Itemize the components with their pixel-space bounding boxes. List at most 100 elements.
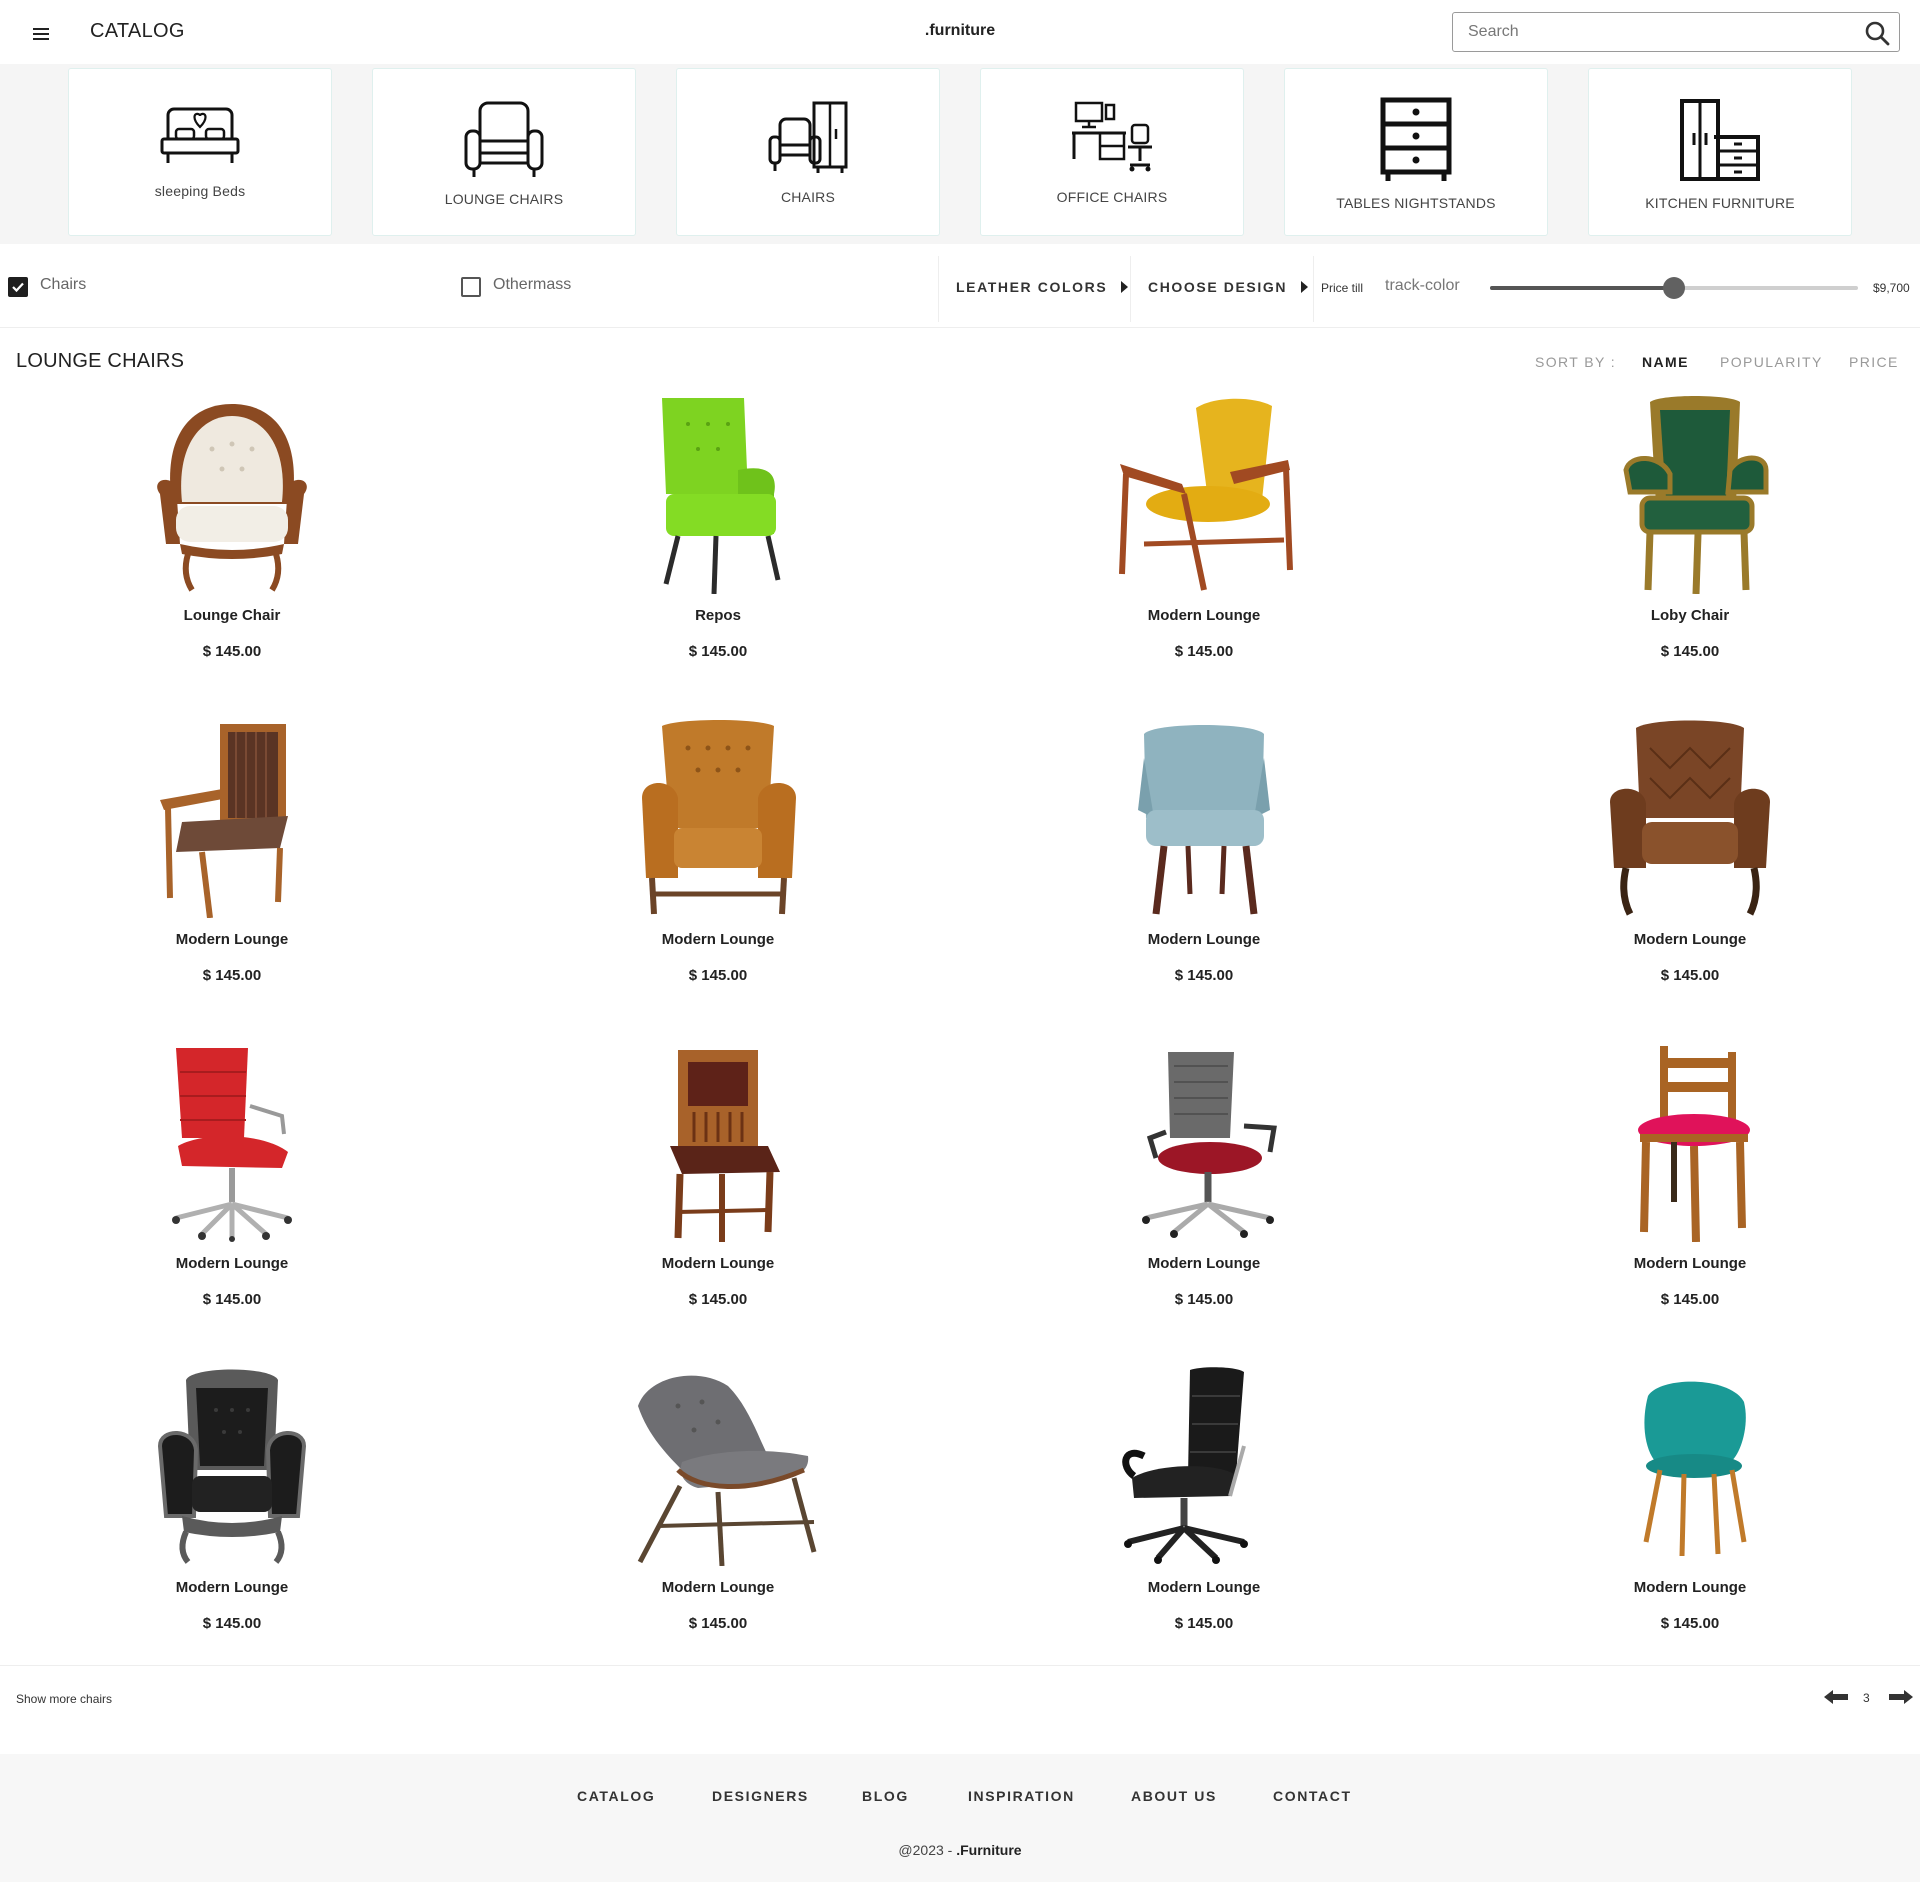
category-label: TABLES NIGHTSTANDS bbox=[1336, 195, 1496, 211]
product-name[interactable]: Modern Lounge bbox=[1450, 1255, 1920, 1272]
category-card-tables-nightstands[interactable]: TABLES NIGHTSTANDS bbox=[1284, 68, 1548, 236]
arrow-left-icon[interactable] bbox=[1823, 1688, 1849, 1706]
product-card[interactable]: Loby Chair $ 145.00 bbox=[1450, 394, 1920, 694]
product-card[interactable]: Modern Lounge $ 145.00 bbox=[0, 1366, 472, 1666]
othermass-checkbox-label[interactable]: Othermass bbox=[493, 276, 571, 294]
sort-option-name[interactable]: NAME bbox=[1642, 354, 1689, 370]
product-name[interactable]: Modern Lounge bbox=[964, 607, 1444, 624]
footer-link-catalog[interactable]: CATALOG bbox=[577, 1788, 655, 1804]
copyright: @2023 - .Furniture bbox=[0, 1842, 1920, 1858]
search-input[interactable] bbox=[1468, 23, 1848, 41]
product-card[interactable]: Modern Lounge $ 145.00 bbox=[478, 718, 958, 1018]
footer-link-about-us[interactable]: ABOUT US bbox=[1131, 1788, 1217, 1804]
product-image[interactable] bbox=[618, 1366, 818, 1567]
leather-colors-dropdown[interactable]: LEATHER COLORS bbox=[956, 279, 1129, 295]
product-image[interactable] bbox=[1104, 1366, 1304, 1566]
category-label: OFFICE CHAIRS bbox=[1056, 189, 1168, 205]
product-image[interactable] bbox=[1104, 1042, 1304, 1242]
product-image[interactable] bbox=[132, 394, 332, 594]
choose-design-label: CHOOSE DESIGN bbox=[1148, 279, 1288, 295]
product-image[interactable] bbox=[1104, 718, 1304, 918]
product-image[interactable] bbox=[618, 718, 818, 918]
category-card-kitchen-furniture[interactable]: KITCHEN FURNITURE bbox=[1588, 68, 1852, 236]
sort-option-popularity[interactable]: POPULARITY bbox=[1720, 354, 1823, 370]
product-name[interactable]: Modern Lounge bbox=[1450, 1579, 1920, 1596]
product-card[interactable]: Modern Lounge $ 145.00 bbox=[964, 394, 1444, 694]
product-image[interactable] bbox=[618, 394, 818, 595]
product-image[interactable] bbox=[132, 1042, 332, 1242]
product-image[interactable] bbox=[1104, 394, 1304, 594]
product-price: $ 145.00 bbox=[202, 1615, 262, 1632]
category-card-chairs[interactable]: CHAIRS bbox=[676, 68, 940, 236]
price-till-label: Price till bbox=[1321, 281, 1364, 295]
product-image[interactable] bbox=[1590, 394, 1790, 595]
category-card-office-chairs[interactable]: OFFICE CHAIRS bbox=[980, 68, 1244, 236]
product-price: $ 145.00 bbox=[1174, 643, 1234, 660]
footer-link-contact[interactable]: CONTACT bbox=[1273, 1788, 1352, 1804]
product-name[interactable]: Loby Chair bbox=[1450, 607, 1920, 624]
product-name[interactable]: Modern Lounge bbox=[964, 1255, 1444, 1272]
product-name[interactable]: Repos bbox=[478, 607, 958, 624]
product-name[interactable]: Modern Lounge bbox=[478, 1579, 958, 1596]
product-image[interactable] bbox=[1590, 1366, 1790, 1566]
product-card[interactable]: Modern Lounge $ 145.00 bbox=[1450, 1042, 1920, 1342]
footer-link-designers[interactable]: DESIGNERS bbox=[712, 1788, 809, 1804]
product-image[interactable] bbox=[1590, 1042, 1790, 1243]
product-price: $ 145.00 bbox=[688, 643, 748, 660]
footer-link-inspiration[interactable]: INSPIRATION bbox=[968, 1788, 1075, 1804]
footer: CATALOG DESIGNERS BLOG INSPIRATION ABOUT… bbox=[0, 1754, 1920, 1882]
search-box[interactable] bbox=[1452, 12, 1900, 52]
page-number: 3 bbox=[1863, 1691, 1870, 1705]
checkmark-icon bbox=[12, 282, 24, 293]
show-more-link[interactable]: Show more chairs bbox=[16, 1692, 112, 1706]
chairs-checkbox[interactable] bbox=[8, 277, 28, 297]
product-card[interactable]: Modern Lounge $ 145.00 bbox=[964, 718, 1444, 1018]
product-card[interactable]: Modern Lounge $ 145.00 bbox=[964, 1042, 1444, 1342]
product-name[interactable]: Modern Lounge bbox=[0, 931, 472, 948]
product-card[interactable]: Modern Lounge $ 145.00 bbox=[1450, 1366, 1920, 1666]
product-image[interactable] bbox=[618, 1042, 818, 1242]
product-card[interactable]: Lounge Chair $ 145.00 bbox=[0, 394, 472, 694]
footer-link-blog[interactable]: BLOG bbox=[862, 1788, 909, 1804]
search-icon[interactable] bbox=[1863, 19, 1891, 47]
product-card[interactable]: Modern Lounge $ 145.00 bbox=[1450, 718, 1920, 1018]
hamburger-menu-icon[interactable] bbox=[12, 12, 70, 56]
product-card[interactable]: Modern Lounge $ 145.00 bbox=[478, 1366, 958, 1666]
category-label: LOUNGE CHAIRS bbox=[444, 191, 564, 207]
price-slider-thumb[interactable] bbox=[1663, 277, 1685, 299]
product-name[interactable]: Modern Lounge bbox=[964, 931, 1444, 948]
product-name[interactable]: Modern Lounge bbox=[964, 1579, 1444, 1596]
product-name[interactable]: Modern Lounge bbox=[478, 1255, 958, 1272]
product-card[interactable]: Modern Lounge $ 145.00 bbox=[0, 718, 472, 1018]
category-label: KITCHEN FURNITURE bbox=[1645, 195, 1795, 211]
product-name[interactable]: Modern Lounge bbox=[0, 1579, 472, 1596]
product-price: $ 145.00 bbox=[1660, 967, 1720, 984]
product-name[interactable]: Modern Lounge bbox=[1450, 931, 1920, 948]
product-name[interactable]: Modern Lounge bbox=[0, 1255, 472, 1272]
product-card[interactable]: Modern Lounge $ 145.00 bbox=[478, 1042, 958, 1342]
product-image[interactable] bbox=[1590, 718, 1790, 918]
product-price: $ 145.00 bbox=[688, 967, 748, 984]
product-image[interactable] bbox=[132, 1366, 332, 1566]
track-color-label: track-color bbox=[1385, 277, 1460, 294]
product-name[interactable]: Lounge Chair bbox=[0, 607, 472, 624]
product-card[interactable]: Repos $ 145.00 bbox=[478, 394, 958, 694]
product-name[interactable]: Modern Lounge bbox=[478, 931, 958, 948]
page-title: CATALOG bbox=[90, 20, 185, 42]
product-image[interactable] bbox=[132, 718, 332, 919]
product-price: $ 145.00 bbox=[1660, 1291, 1720, 1308]
price-slider[interactable] bbox=[1490, 277, 1858, 299]
othermass-checkbox[interactable] bbox=[461, 277, 481, 297]
product-card[interactable]: Modern Lounge $ 145.00 bbox=[964, 1366, 1444, 1666]
divider bbox=[1130, 256, 1131, 322]
price-max-label: $9,700 bbox=[1873, 281, 1910, 295]
office-desk-icon bbox=[1072, 101, 1152, 172]
category-card-beds[interactable]: sleeping Beds bbox=[68, 68, 332, 236]
arrow-right-icon[interactable] bbox=[1888, 1688, 1914, 1706]
product-price: $ 145.00 bbox=[1174, 1615, 1234, 1632]
choose-design-dropdown[interactable]: CHOOSE DESIGN bbox=[1148, 279, 1309, 295]
chairs-checkbox-label[interactable]: Chairs bbox=[40, 276, 86, 294]
category-card-lounge-chairs[interactable]: LOUNGE CHAIRS bbox=[372, 68, 636, 236]
product-card[interactable]: Modern Lounge $ 145.00 bbox=[0, 1042, 472, 1342]
sort-option-price[interactable]: PRICE bbox=[1849, 354, 1899, 370]
